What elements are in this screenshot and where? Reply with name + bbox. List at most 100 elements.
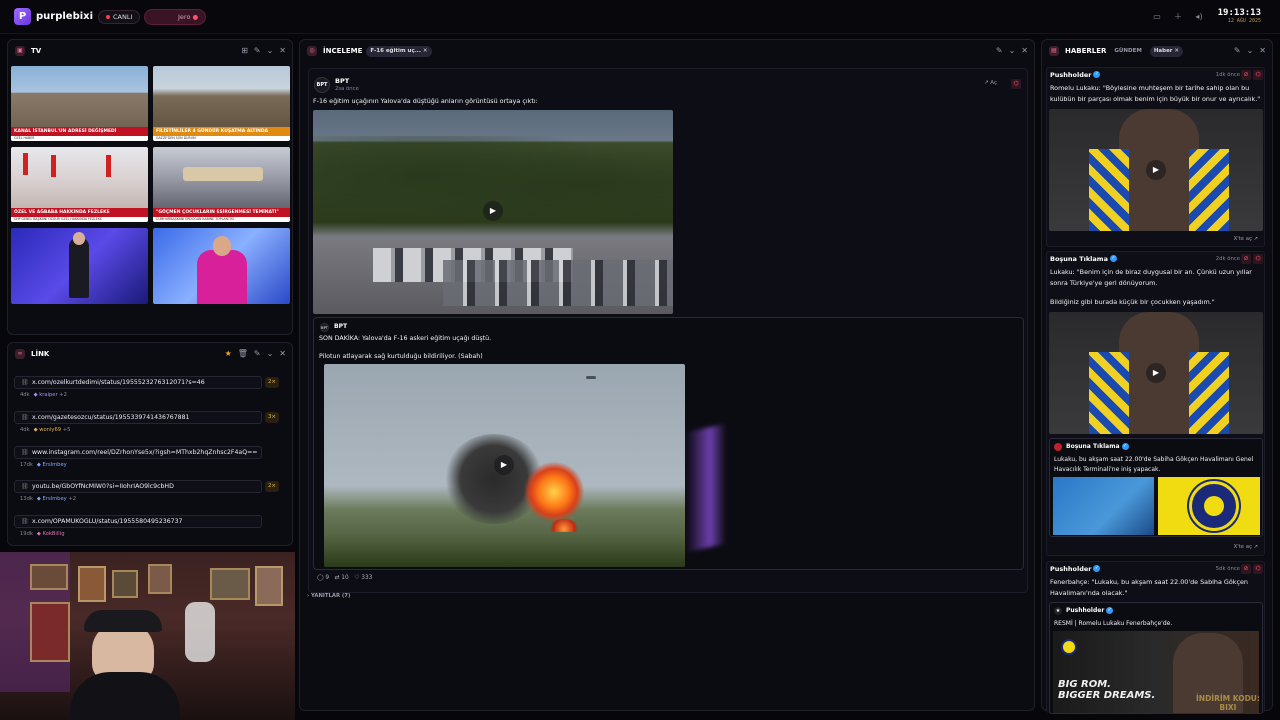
chevron-down-icon[interactable]: ⌄ — [267, 348, 274, 360]
edit-icon[interactable]: ✎ — [254, 348, 261, 360]
video-player[interactable]: ▶ — [313, 110, 673, 314]
news-quote[interactable]: Boşuna Tıklama ✓ Lukaku, bu akşam saat 22… — [1049, 438, 1263, 537]
link-meta: 17dk ◆ Erslmbey — [20, 462, 67, 468]
verified-icon: ✓ — [1093, 565, 1101, 572]
play-icon[interactable]: ▶ — [494, 455, 514, 475]
close-icon[interactable]: ✕ — [279, 45, 286, 57]
link-item[interactable]: ⛓ youtu.be/GbOYfNcMIW0?si=IIohrIAO9lc9cbH… — [14, 480, 285, 515]
link-url-box[interactable]: ⛓ youtu.be/GbOYfNcMIW0?si=IIohrIAO9lc9cbH… — [14, 480, 262, 493]
tweet-time: 2sa önce — [335, 86, 359, 92]
lukaku-image[interactable] — [1053, 477, 1154, 535]
tab-gundem[interactable]: GÜNDEM — [1110, 46, 1145, 57]
link-url-box[interactable]: ⛓ x.com/ozelkurtdedimi/status/19555232763… — [14, 376, 262, 389]
mute-icon[interactable]: ⊘ — [1241, 254, 1251, 264]
link-user-name: wonly69 — [39, 427, 62, 433]
star-icon[interactable]: ★ — [225, 348, 232, 360]
link-user[interactable]: ◆ kraiper — [34, 392, 58, 398]
link-user-name: Erslmbey — [42, 496, 67, 502]
mute-icon[interactable]: ⊘ — [1241, 564, 1251, 574]
link-age: 4dk — [20, 392, 30, 398]
link-item[interactable]: ⛓ x.com/gazetesozcu/status/19553397414367… — [14, 411, 285, 446]
brand-name: purplebixi — [36, 11, 94, 22]
link-item[interactable]: ⛓ www.instagram.com/reel/DZrhonYse5x/?igs… — [14, 446, 285, 481]
tab-haber-label: Haber — [1153, 48, 1173, 54]
repost-icon[interactable]: ⇄ — [335, 575, 340, 581]
live-badge[interactable]: CANLI — [98, 10, 141, 24]
tv-tile[interactable]: "GÖÇMEN ÇOCUKLARIN ESİRGENMESİ TEMİNATI"… — [153, 147, 290, 222]
quote-tweet[interactable]: BPT BPT SON DAKİKA: Yalova'da F-16 asker… — [313, 317, 1024, 570]
link-actions: ★ 🗑 ✎ ⌄ ✕ — [225, 348, 286, 360]
news-text: Lukaku: "Benim için de biraz duygusal bi… — [1050, 268, 1252, 287]
news-post[interactable]: Pushholder ✓ 1dk önce ⊘ ⌬ Romelu Lukaku: … — [1046, 67, 1265, 247]
close-icon[interactable]: ✕ — [1259, 45, 1266, 57]
replies-toggle[interactable]: › YANITLAR (7) — [307, 593, 350, 599]
tv-tile[interactable] — [153, 228, 290, 304]
fenerbahce-logo-image[interactable] — [1158, 477, 1260, 535]
link-extra: +2 — [68, 496, 77, 502]
tv-tile[interactable]: ÖZEL VE AĞBABA HAKKINDA FEZLEKE CHP GENE… — [11, 147, 148, 222]
news-video[interactable]: ▶ — [1049, 109, 1263, 231]
tv-tile[interactable]: KANAL İSTANBUL'UN ADRESİ DEĞİŞMEDİ ÖZEL … — [11, 66, 148, 141]
tv-panel-header: ▣ TV ⊞ ✎ ⌄ ✕ — [8, 40, 292, 62]
clock-date: 12 AĞU 2025 — [1227, 18, 1261, 24]
bookmark-icon[interactable]: ⌬ — [1011, 79, 1021, 89]
open-link[interactable]: ↗ Aç — [984, 80, 997, 86]
link-url-box[interactable]: ⛓ x.com/gazetesozcu/status/19553397414367… — [14, 411, 262, 424]
news-time: 1dk önce — [1215, 72, 1240, 78]
purplebixi-logo-icon[interactable]: P — [14, 8, 31, 25]
link-icon: ⛓ — [21, 449, 29, 456]
close-icon[interactable]: ✕ — [279, 348, 286, 360]
trash-icon[interactable]: 🗑 — [238, 348, 248, 360]
tv-tile-caption: "GÖÇMEN ÇOCUKLARIN ESİRGENMESİ TEMİNATI" — [153, 208, 290, 217]
news-post[interactable]: Pushholder ✓ 5dk önce ⊘ ⌬ Fenerbahçe: "Lu… — [1046, 561, 1265, 714]
edit-icon[interactable]: ✎ — [254, 45, 261, 57]
link-item[interactable]: ⛓ x.com/OPAMUKOGLU/status/195558049523673… — [14, 515, 285, 550]
user-pill[interactable]: Jero ● — [144, 9, 206, 25]
news-post[interactable]: Boşuna Tıklama ✓ 2dk önce ⊘ ⌬ Lukaku: "Be… — [1046, 251, 1265, 556]
window-icon[interactable]: ▭ — [1151, 11, 1163, 23]
news-author[interactable]: Boşuna Tıklama ✓ — [1050, 255, 1117, 263]
chevron-down-icon[interactable]: ⌄ — [1009, 45, 1016, 57]
bookmark-icon[interactable]: ⌬ — [1253, 254, 1263, 264]
open-on-x-link[interactable]: X'te aç ↗ — [1234, 236, 1258, 242]
link-user[interactable]: ◆ wonly69 — [34, 427, 61, 433]
mute-icon[interactable]: ⊘ — [1241, 70, 1251, 80]
comment-icon[interactable]: ◯ — [317, 575, 324, 581]
link-url-box[interactable]: ⛓ x.com/OPAMUKOGLU/status/195558049523673… — [14, 515, 262, 528]
edit-icon[interactable]: ✎ — [996, 45, 1003, 57]
news-author-name: Pushholder — [1050, 565, 1092, 573]
play-icon[interactable]: ▶ — [1146, 363, 1166, 383]
news-author[interactable]: Pushholder ✓ — [1050, 565, 1101, 573]
like-count: 333 — [361, 575, 373, 581]
tv-tile[interactable]: FİLİSTİNLİLER 4 GÜNDÜR KUŞATMA ALTINDA G… — [153, 66, 290, 141]
link-url-box[interactable]: ⛓ www.instagram.com/reel/DZrhonYse5x/?igs… — [14, 446, 262, 459]
chevron-down-icon[interactable]: ⌄ — [1247, 45, 1254, 57]
volume-icon[interactable]: ◂) — [1193, 11, 1205, 23]
news-video[interactable]: ▶ — [1049, 312, 1263, 434]
bpt-avatar[interactable]: BPT — [314, 77, 330, 93]
tv-tile[interactable] — [11, 228, 148, 304]
tab-haber[interactable]: Haber ✕ — [1149, 46, 1184, 57]
link-item[interactable]: ⛓ x.com/ozelkurtdedimi/status/19555232763… — [14, 376, 285, 411]
play-icon[interactable]: ▶ — [483, 201, 503, 221]
link-user[interactable]: ◆ Erslmbey — [37, 496, 67, 502]
news-author[interactable]: Pushholder ✓ — [1050, 71, 1101, 79]
quote-author: BPT — [334, 323, 348, 330]
tweet-author[interactable]: BPT — [335, 77, 349, 85]
chevron-down-icon[interactable]: ⌄ — [267, 45, 274, 57]
close-icon[interactable]: ✕ — [1021, 45, 1028, 57]
webcam-feed — [0, 552, 295, 720]
haberler-actions: ✎ ⌄ ✕ — [1234, 45, 1266, 57]
inceleme-tag[interactable]: F-16 eğitim uç... ✕ — [366, 46, 432, 57]
play-icon[interactable]: ▶ — [1146, 160, 1166, 180]
like-icon[interactable]: ♡ — [354, 575, 359, 581]
bookmark-icon[interactable]: ⌬ — [1253, 70, 1263, 80]
edit-icon[interactable]: ✎ — [1234, 45, 1241, 57]
plus-icon[interactable]: ＋ — [1172, 11, 1184, 23]
link-user[interactable]: ◆ KokBillig — [37, 531, 65, 537]
grid-icon[interactable]: ⊞ — [241, 45, 248, 57]
link-user[interactable]: ◆ Erslmbey — [37, 462, 67, 468]
open-on-x-link[interactable]: X'te aç ↗ — [1234, 544, 1258, 550]
bookmark-icon[interactable]: ⌬ — [1253, 564, 1263, 574]
quote-video-player[interactable]: ▶ — [324, 364, 685, 567]
